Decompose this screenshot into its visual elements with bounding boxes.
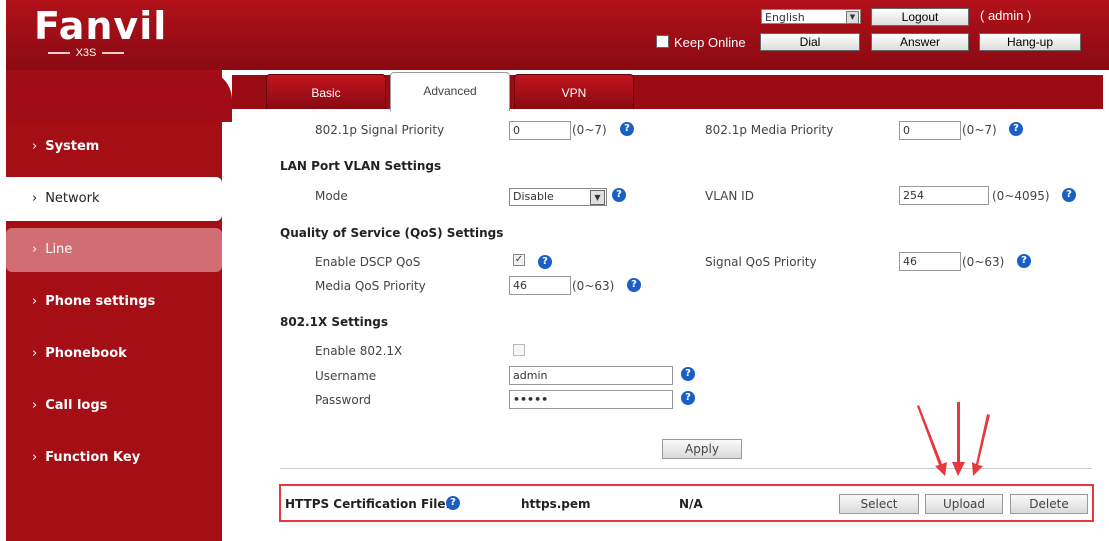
https-file-name: https.pem [521, 497, 591, 511]
current-user: ( admin ) [980, 8, 1032, 23]
chevron-right-icon: › [32, 450, 38, 465]
sidebar-header [6, 70, 232, 122]
signal-qos-label: Signal QoS Priority [705, 255, 817, 269]
sidebar-item-label: Phone settings [45, 294, 156, 309]
help-icon[interactable]: ? [1017, 254, 1031, 268]
logout-button[interactable]: Logout [871, 8, 969, 26]
https-file-status: N/A [679, 497, 703, 511]
keep-online-label: Keep Online [674, 35, 746, 50]
tab-basic[interactable]: Basic [266, 74, 386, 109]
help-icon[interactable]: ? [538, 255, 552, 269]
hangup-button[interactable]: Hang-up [979, 33, 1081, 51]
chevron-right-icon: › [32, 398, 38, 413]
sidebar-item-function-key[interactable]: › Function Key [6, 436, 222, 480]
select-button[interactable]: Select [839, 494, 919, 514]
sidebar-item-label: System [45, 139, 100, 154]
help-icon[interactable]: ? [627, 278, 641, 292]
media-priority-input[interactable]: 0 [899, 121, 961, 140]
mode-value: Disable [513, 190, 554, 203]
sidebar-item-label: Call logs [45, 398, 108, 413]
username-input[interactable]: admin [509, 366, 673, 385]
enable-8021x-label: Enable 802.1X [315, 344, 403, 358]
sidebar-item-label: Phonebook [45, 346, 127, 361]
https-label: HTTPS Certification File: [285, 497, 451, 511]
tab-vpn[interactable]: VPN [514, 74, 634, 109]
password-label: Password [315, 393, 372, 407]
language-select[interactable]: English ▼ [761, 9, 861, 24]
vlan-id-label: VLAN ID [705, 189, 754, 203]
sidebar-item-line[interactable]: › Line [6, 228, 222, 272]
answer-button[interactable]: Answer [871, 33, 969, 51]
media-qos-label: Media QoS Priority [315, 279, 426, 293]
help-icon[interactable]: ? [1062, 188, 1076, 202]
chevron-right-icon: › [32, 346, 38, 361]
sidebar-item-phonebook[interactable]: › Phonebook [6, 332, 222, 376]
media-qos-input[interactable]: 46 [509, 276, 571, 295]
sidebar-item-label: Network [45, 191, 100, 206]
signal-qos-input[interactable]: 46 [899, 252, 961, 271]
sidebar-item-system[interactable]: › System [6, 125, 222, 169]
enable-8021x-checkbox[interactable] [513, 344, 525, 356]
signal-priority-label: 802.1p Signal Priority [315, 123, 445, 137]
sidebar-item-call-logs[interactable]: › Call logs [6, 384, 222, 428]
sidebar-item-label: Line [45, 242, 73, 257]
dscp-checkbox[interactable]: ✓ [513, 254, 525, 266]
signal-priority-input[interactable]: 0 [509, 121, 571, 140]
chevron-down-icon: ▼ [846, 11, 859, 24]
signal-qos-range: (0~63) [962, 255, 1005, 269]
vlan-id-range: (0~4095) [992, 189, 1050, 203]
logo-text: Fanvil [34, 4, 168, 48]
help-icon[interactable]: ? [681, 367, 695, 381]
sidebar-item-label: Function Key [45, 450, 141, 465]
dial-button[interactable]: Dial [760, 33, 860, 51]
brand-logo: Fanvil X3S [34, 4, 166, 64]
vlan-id-input[interactable]: 254 [899, 186, 989, 205]
mode-select[interactable]: Disable ▼ [509, 188, 607, 206]
delete-button[interactable]: Delete [1010, 494, 1088, 514]
model-name: X3S [34, 47, 138, 59]
keep-online-checkbox[interactable] [656, 35, 669, 48]
help-icon[interactable]: ? [446, 496, 460, 510]
help-icon[interactable]: ? [620, 122, 634, 136]
chevron-right-icon: › [32, 139, 38, 154]
dot1x-title: 802.1X Settings [280, 315, 389, 329]
dscp-label: Enable DSCP QoS [315, 255, 421, 269]
media-priority-range: (0~7) [962, 123, 997, 137]
keep-online[interactable]: Keep Online [656, 35, 746, 50]
chevron-right-icon: › [32, 191, 38, 206]
chevron-right-icon: › [32, 242, 38, 257]
sidebar-item-phone-settings[interactable]: › Phone settings [6, 280, 222, 324]
help-icon[interactable]: ? [681, 391, 695, 405]
qos-title: Quality of Service (QoS) Settings [280, 226, 504, 240]
sidebar-item-network[interactable]: › Network [6, 177, 222, 221]
help-icon[interactable]: ? [1009, 122, 1023, 136]
media-qos-range: (0~63) [572, 279, 615, 293]
chevron-right-icon: › [32, 294, 38, 309]
lan-vlan-title: LAN Port VLAN Settings [280, 159, 442, 173]
apply-button[interactable]: Apply [662, 439, 742, 459]
tab-advanced[interactable]: Advanced [390, 72, 510, 111]
signal-priority-range: (0~7) [572, 123, 607, 137]
help-icon[interactable]: ? [612, 188, 626, 202]
chevron-down-icon: ▼ [590, 190, 605, 205]
mode-label: Mode [315, 189, 348, 203]
annotation-arrows-icon [917, 402, 990, 476]
media-priority-label: 802.1p Media Priority [705, 123, 834, 137]
username-label: Username [315, 369, 377, 383]
password-input[interactable]: ••••• [509, 390, 673, 409]
language-value: English [765, 11, 805, 24]
upload-button[interactable]: Upload [925, 494, 1003, 514]
